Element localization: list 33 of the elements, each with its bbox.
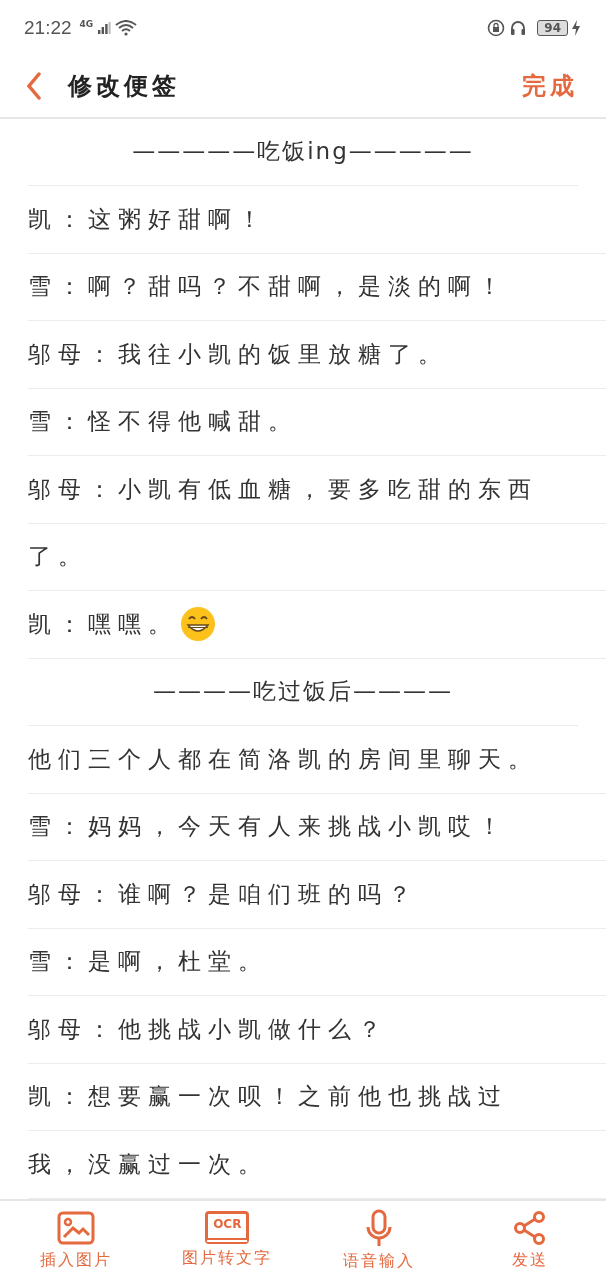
- rotation-lock-icon: [487, 19, 506, 37]
- note-line: 凯：想要赢一次呗！之前他也挑战过: [28, 1082, 508, 1112]
- headphones-icon: [509, 19, 528, 37]
- note-line: 凯：嘿嘿。: [28, 609, 178, 639]
- battery-level: 94: [537, 20, 568, 36]
- note-line: 我，没赢过一次。: [28, 1149, 268, 1179]
- toolbar-button[interactable]: 语音输入: [303, 1200, 455, 1280]
- done-button[interactable]: 完成: [522, 70, 578, 103]
- section-heading: —————吃饭ing—————: [132, 137, 474, 167]
- note-line: 雪：啊？甜吗？不甜啊，是淡的啊！: [28, 272, 508, 302]
- section-heading: ————吃过饭后————: [153, 677, 453, 707]
- charging-icon: [572, 20, 580, 36]
- toolbar-button[interactable]: OCR 图片转文字: [151, 1200, 303, 1280]
- signal-icon: [97, 21, 112, 35]
- toolbar-button[interactable]: 插入图片: [0, 1200, 152, 1280]
- note-line: 了。: [28, 542, 88, 572]
- note-line: 雪：妈妈，今天有人来挑战小凯哎！: [28, 812, 508, 842]
- note-line: 邬母：谁啊？是咱们班的吗？: [28, 879, 418, 909]
- note-line: 邬母：他挑战小凯做什么？: [28, 1014, 388, 1044]
- note-line: 邬母：我往小凯的饭里放糖了。: [28, 339, 448, 369]
- note-line: 他们三个人都在简洛凯的房间里聊天。: [28, 744, 538, 774]
- network-type: 4G: [79, 19, 94, 29]
- toolbar-button[interactable]: 发送: [454, 1200, 606, 1280]
- ocr-icon: OCR: [205, 1211, 250, 1245]
- note-line: 邬母：小凯有低血糖，要多吃甜的东西: [28, 474, 538, 504]
- wifi-icon: [115, 20, 138, 36]
- share-icon: [513, 1209, 548, 1246]
- image-icon: [55, 1209, 96, 1246]
- page-title: 修改便签: [68, 71, 180, 103]
- note-line: 凯：这粥好甜啊！: [28, 204, 268, 234]
- status-time: 21:22: [24, 17, 72, 39]
- note-line: 雪：是啊，杜堂。: [28, 947, 268, 977]
- note-line: 雪：怪不得他喊甜。: [28, 407, 298, 437]
